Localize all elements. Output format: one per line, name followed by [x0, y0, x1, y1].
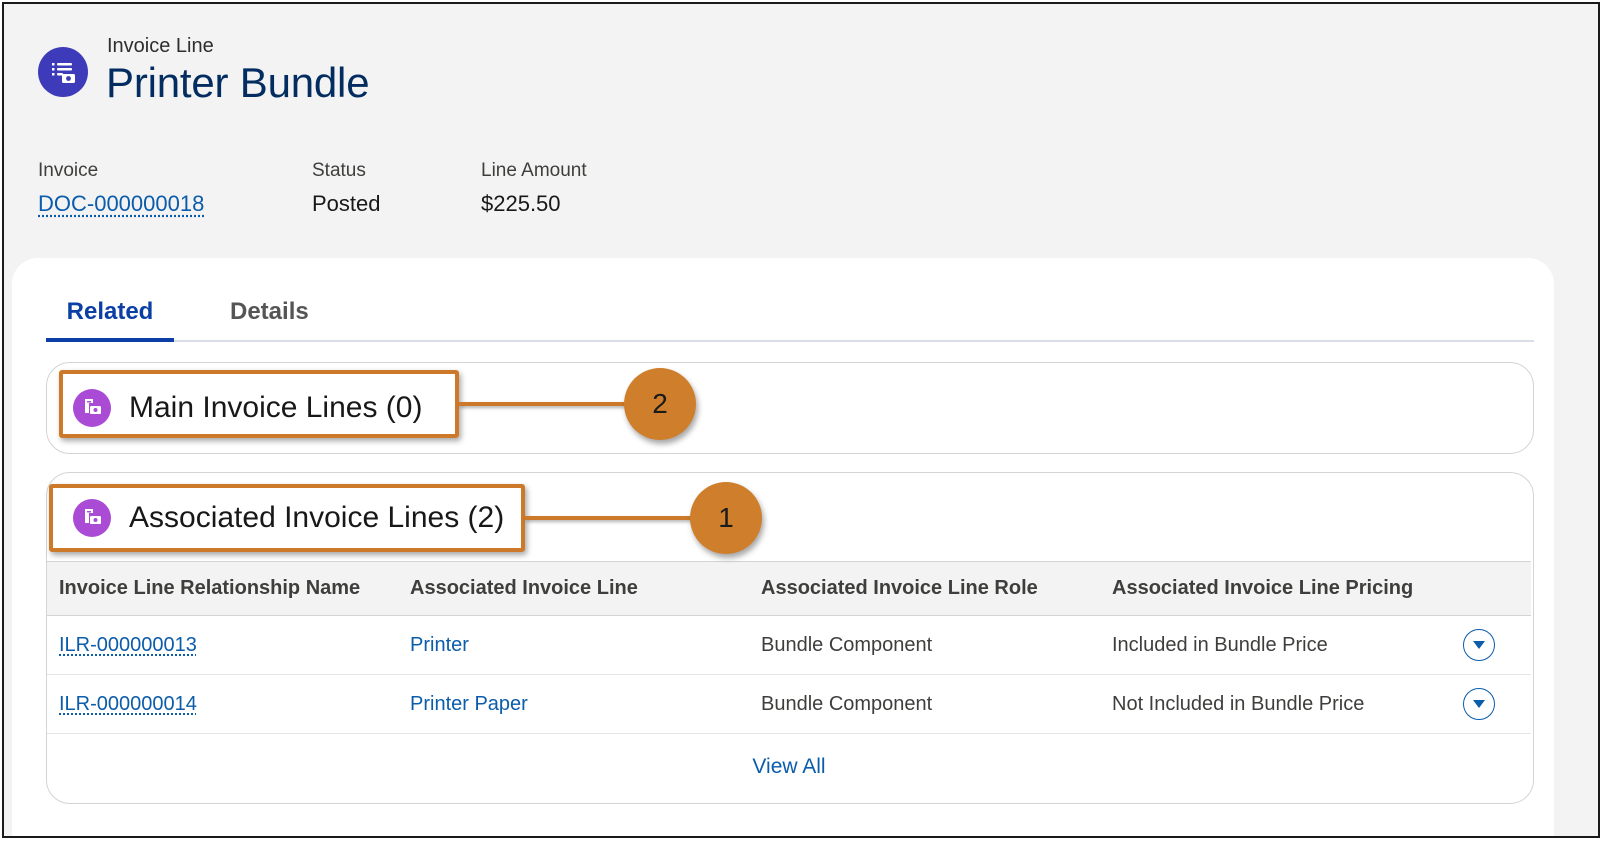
- associated-line-link[interactable]: Printer: [398, 616, 749, 675]
- column-header[interactable]: Associated Invoice Line: [398, 562, 749, 616]
- chevron-down-icon: [1473, 641, 1485, 649]
- field-label: Line Amount: [481, 160, 587, 181]
- pricing-cell: Not Included in Bundle Price: [1112, 692, 1365, 715]
- invoice-line-icon: [38, 47, 88, 97]
- table-row: ILR-000000014 Printer Paper Bundle Compo…: [47, 675, 1531, 734]
- relationship-name-link[interactable]: ILR-000000014: [47, 675, 398, 734]
- row-actions-dropdown-button[interactable]: [1463, 688, 1495, 720]
- role-cell: Bundle Component: [761, 633, 933, 656]
- list-document-icon: [52, 63, 75, 83]
- associated-lines-table: Invoice Line Relationship Name Associate…: [47, 561, 1531, 734]
- callout-highlight-associated-lines: [49, 484, 525, 552]
- screenshot-frame: Invoice Line Printer Bundle Invoice DOC-…: [2, 2, 1600, 838]
- callout-connector: [525, 516, 695, 520]
- column-header[interactable]: Associated Invoice Line Role: [749, 562, 1100, 616]
- row-actions-dropdown-button[interactable]: [1463, 629, 1495, 661]
- field-label: Invoice: [38, 160, 99, 181]
- field-value: Posted: [312, 191, 381, 216]
- field-label: Status: [312, 160, 366, 181]
- page-title: Printer Bundle: [106, 59, 370, 106]
- column-header[interactable]: Invoice Line Relationship Name: [47, 562, 398, 616]
- row-actions-cell: [1451, 675, 1531, 734]
- tab-related[interactable]: Related: [46, 298, 174, 342]
- field-status: Status Posted: [312, 160, 381, 217]
- callout-highlight-main-lines: [59, 370, 459, 438]
- field-line-amount: Line Amount $225.50: [481, 160, 587, 217]
- callout-connector: [459, 402, 629, 406]
- field-value: $225.50: [481, 191, 561, 216]
- table-row: ILR-000000013 Printer Bundle Component I…: [47, 616, 1531, 675]
- tab-bar: Related Details: [46, 298, 1534, 342]
- view-all-link[interactable]: View All: [47, 755, 1531, 779]
- associated-line-link[interactable]: Printer Paper: [398, 675, 749, 734]
- tab-details[interactable]: Details: [230, 298, 309, 338]
- callout-number-1: 1: [690, 482, 762, 554]
- column-header[interactable]: Associated Invoice Line Pricing: [1100, 562, 1451, 616]
- table-header-row: Invoice Line Relationship Name Associate…: [47, 561, 1531, 616]
- field-invoice: Invoice DOC-000000018: [38, 160, 204, 217]
- pricing-cell: Included in Bundle Price: [1112, 633, 1328, 656]
- role-cell: Bundle Component: [761, 692, 933, 715]
- column-header-actions: [1451, 562, 1531, 616]
- invoice-link[interactable]: DOC-000000018: [38, 191, 204, 217]
- object-type-label: Invoice Line: [107, 35, 214, 57]
- relationship-name-link[interactable]: ILR-000000013: [47, 616, 398, 675]
- chevron-down-icon: [1473, 700, 1485, 708]
- row-actions-cell: [1451, 616, 1531, 675]
- callout-number-2: 2: [624, 368, 696, 440]
